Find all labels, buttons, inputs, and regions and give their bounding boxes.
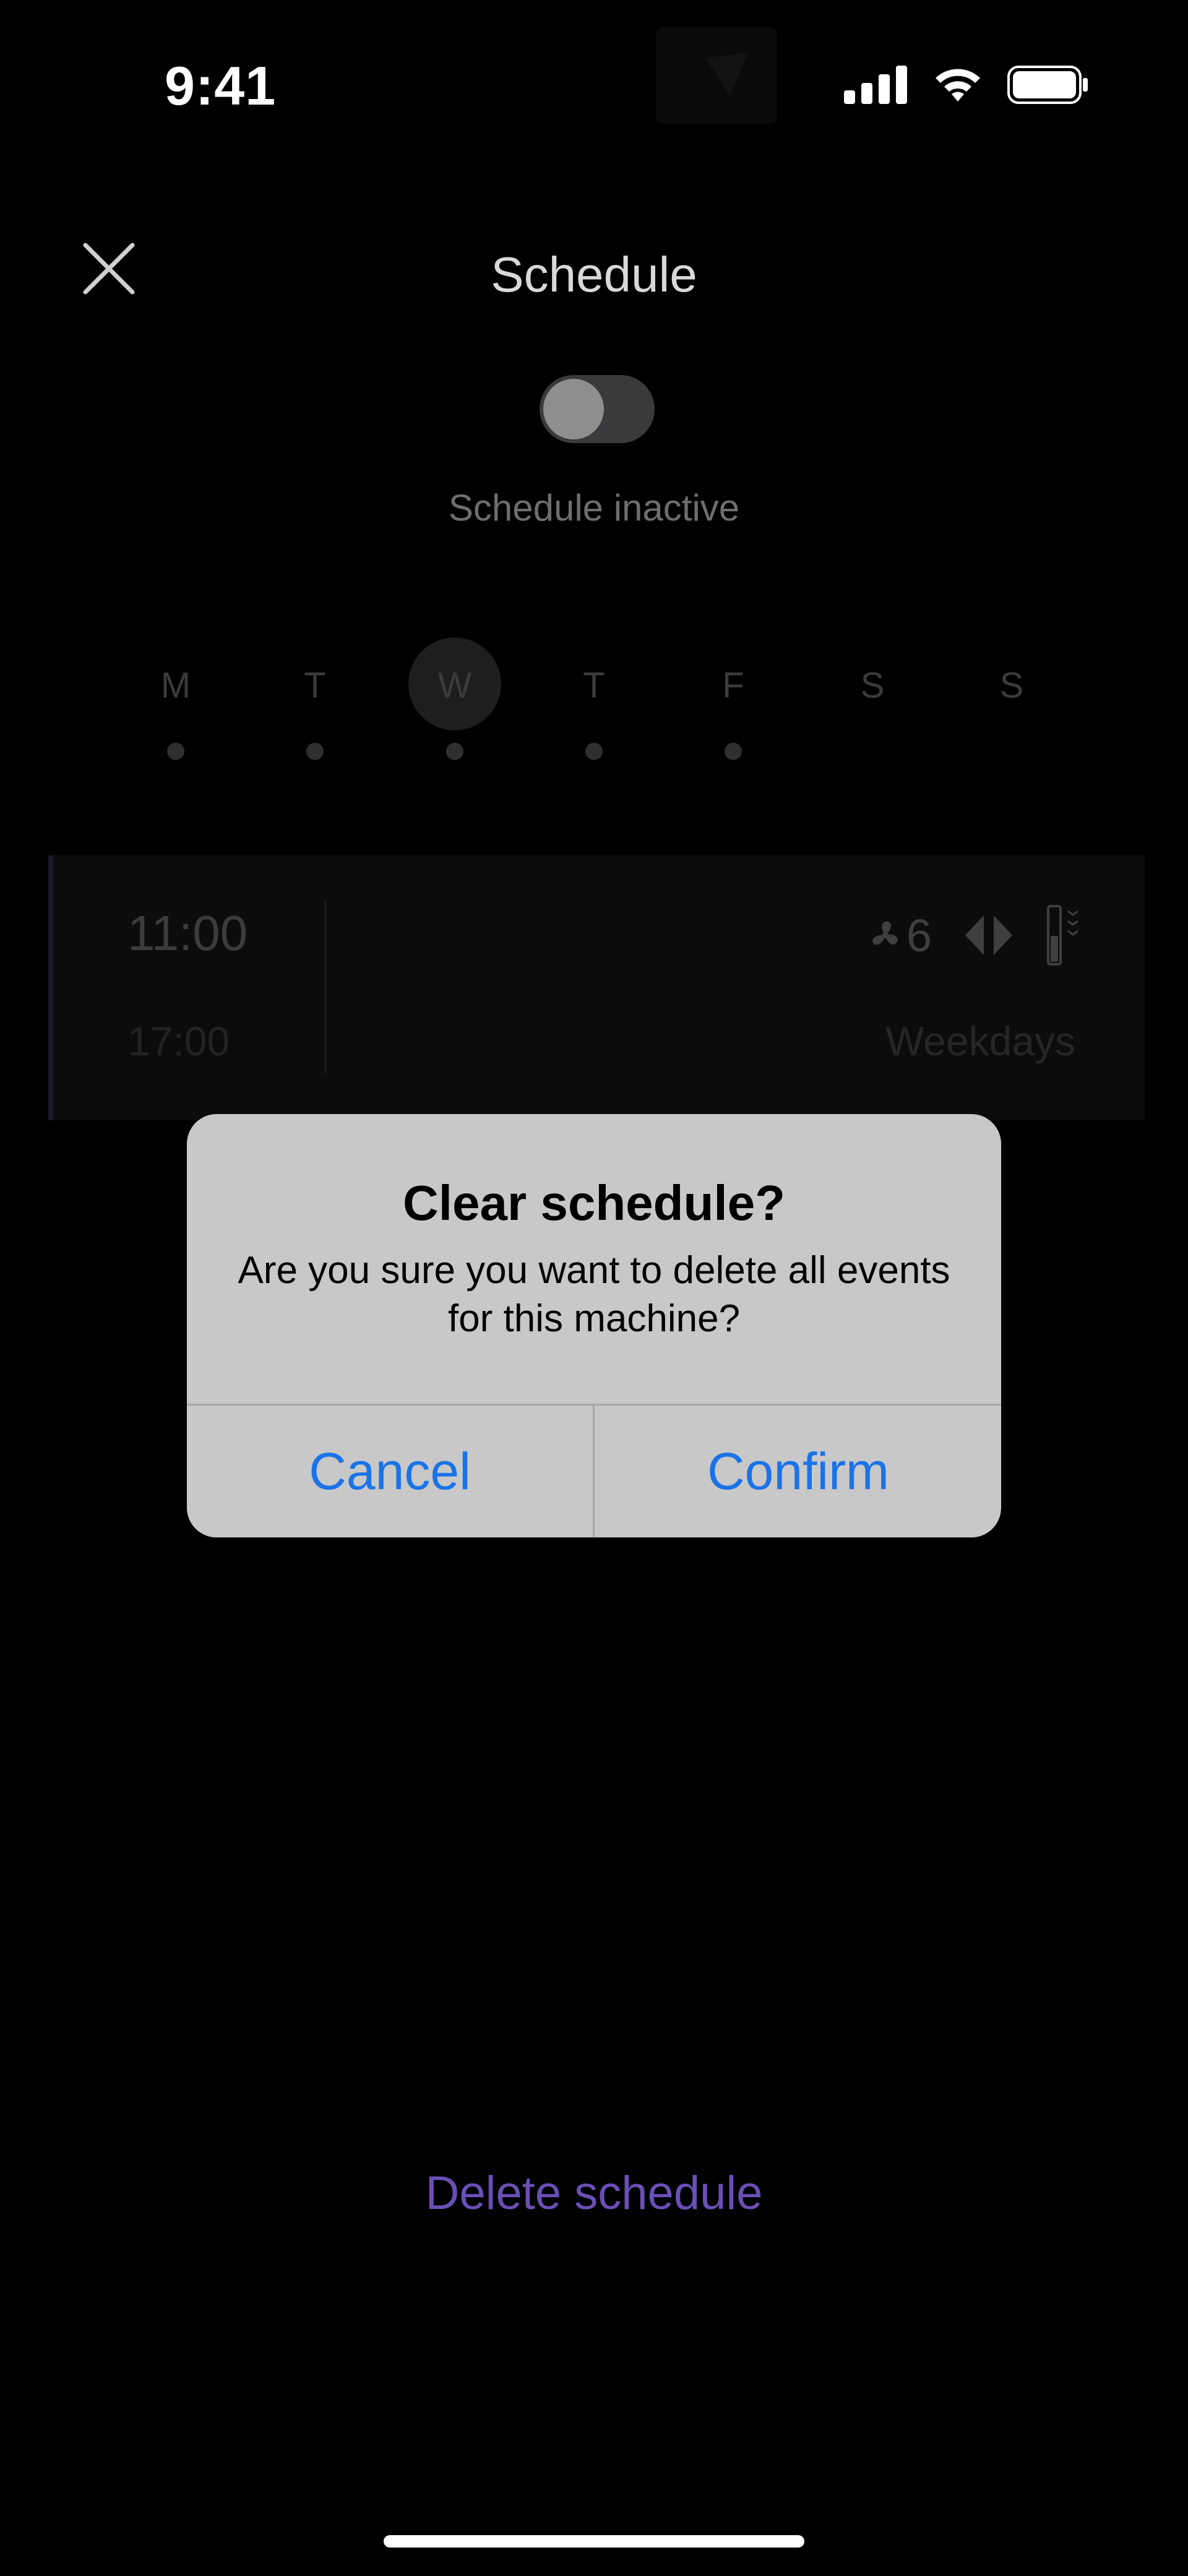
fan-icon bbox=[872, 921, 898, 945]
fan-speed: 6 bbox=[867, 909, 932, 962]
alert-button-divider bbox=[593, 1405, 595, 1537]
event-recurrence: Weekdays bbox=[885, 1018, 1075, 1064]
schedule-toggle[interactable] bbox=[540, 375, 655, 443]
oscillation-icon bbox=[965, 915, 1012, 955]
delete-schedule-button[interactable]: Delete schedule bbox=[0, 2166, 1188, 2220]
event-divider bbox=[324, 900, 327, 1073]
day-monday[interactable]: M bbox=[129, 665, 222, 706]
toggle-knob bbox=[543, 379, 604, 439]
event-dot bbox=[167, 743, 184, 760]
event-start-time: 11:00 bbox=[127, 905, 248, 961]
schedule-screen: 9:41 Schedule Schedule inactive M T W T … bbox=[0, 0, 1188, 2576]
cellular-signal-icon bbox=[844, 66, 907, 104]
alert-title: Clear schedule? bbox=[402, 1175, 785, 1230]
confirm-button[interactable]: Confirm bbox=[595, 1406, 1001, 1537]
event-dot bbox=[725, 743, 742, 760]
day-tuesday[interactable]: T bbox=[269, 665, 361, 706]
cancel-button[interactable]: Cancel bbox=[187, 1406, 593, 1537]
event-dot bbox=[446, 743, 463, 760]
event-dot bbox=[306, 743, 324, 760]
day-wednesday[interactable]: W bbox=[408, 665, 501, 706]
weekday-selector: M T W T F S S bbox=[0, 638, 1188, 761]
schedule-status-text: Schedule inactive bbox=[448, 487, 740, 529]
day-thursday[interactable]: T bbox=[548, 665, 640, 706]
alert-message: Are you sure you want to delete all even… bbox=[238, 1249, 950, 1340]
schedule-event-card[interactable]: 11:00 17:00 6 Weekdays bbox=[48, 855, 1145, 1120]
event-end-time: 17:00 bbox=[127, 1018, 230, 1064]
battery-icon bbox=[1007, 66, 1088, 104]
day-saturday[interactable]: S bbox=[826, 665, 919, 706]
wifi-icon bbox=[936, 69, 980, 102]
day-friday[interactable]: F bbox=[687, 665, 780, 706]
status-time: 9:41 bbox=[165, 55, 277, 116]
clear-schedule-alert: Clear schedule? Are you sure you want to… bbox=[187, 1114, 1001, 1537]
status-icons bbox=[844, 64, 1089, 105]
fan-speed-value: 6 bbox=[906, 909, 932, 961]
overlay-artifact-icon bbox=[705, 52, 749, 95]
dynamic-island bbox=[656, 27, 777, 124]
home-indicator[interactable] bbox=[384, 2535, 804, 2548]
event-settings: 6 bbox=[867, 905, 1083, 966]
heat-mode-icon bbox=[1047, 905, 1078, 966]
event-dot bbox=[585, 743, 603, 760]
day-sunday[interactable]: S bbox=[965, 665, 1058, 706]
page-title: Schedule bbox=[491, 247, 697, 302]
